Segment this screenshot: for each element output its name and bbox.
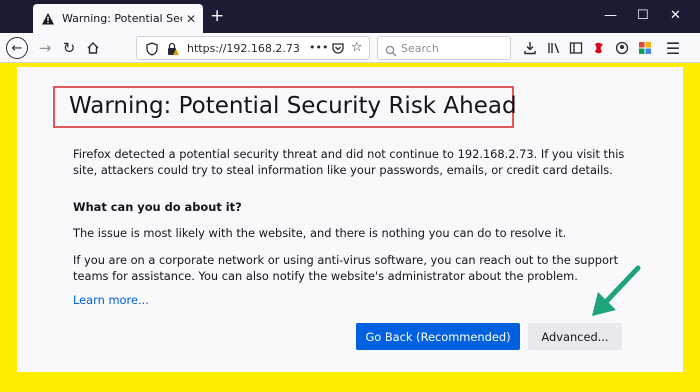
corporate-paragraph: If you are on a corporate network or usi…	[73, 253, 619, 283]
search-box[interactable]: Search	[377, 36, 511, 60]
page-title: Warning: Potential Security Risk Ahead	[69, 93, 517, 119]
pointer-arrow-icon	[592, 265, 641, 316]
back-arrow-icon[interactable]: ←	[6, 37, 28, 59]
go-back-button[interactable]: Go Back (Recommended)	[356, 323, 520, 350]
search-icon	[385, 42, 397, 61]
home-icon[interactable]	[84, 39, 102, 57]
reload-icon[interactable]: ↻	[60, 39, 78, 57]
pocket-icon[interactable]	[331, 41, 345, 60]
maximize-icon[interactable]: ☐	[637, 8, 649, 24]
search-placeholder: Search	[401, 42, 439, 55]
window-close-icon[interactable]: ✕	[670, 8, 681, 24]
url-bar[interactable]: https://192.168.2.73 ••• ☆	[136, 36, 370, 60]
page-actions-menu-icon[interactable]: •••	[309, 41, 328, 54]
bookmark-star-icon[interactable]: ☆	[351, 40, 363, 55]
new-tab-button[interactable]: +	[210, 6, 224, 26]
warning-title-box: Warning: Potential Security Risk Ahead	[53, 86, 517, 128]
issue-paragraph: The issue is most likely with the websit…	[73, 226, 567, 240]
description-paragraph: Firefox detected a potential security th…	[73, 147, 625, 177]
library-icon[interactable]	[545, 39, 563, 57]
minimize-icon[interactable]: —	[604, 8, 617, 24]
extension-color-icon[interactable]	[636, 39, 654, 57]
warning-triangle-icon	[42, 12, 54, 24]
insecure-lock-icon[interactable]	[166, 41, 180, 60]
extension-red-icon[interactable]	[590, 39, 608, 57]
navigation-bar: ← → ↻ https://192.168.2.73 ••• ☆ Search	[0, 33, 700, 63]
browser-tab[interactable]: Warning: Potential Security Ris ✕	[33, 4, 203, 33]
downloads-icon[interactable]	[521, 39, 539, 57]
title-bar: Warning: Potential Security Ris ✕ + — ☐ …	[0, 0, 700, 33]
sidebar-icon[interactable]	[567, 39, 585, 57]
what-can-you-do-heading: What can you do about it?	[73, 200, 242, 214]
advanced-button[interactable]: Advanced...	[528, 323, 622, 350]
shield-icon[interactable]	[146, 41, 158, 60]
learn-more-link[interactable]: Learn more...	[73, 293, 149, 307]
tab-close-icon[interactable]: ✕	[186, 12, 196, 26]
forward-arrow-icon[interactable]: →	[36, 39, 54, 57]
tab-title: Warning: Potential Security Ris	[62, 12, 182, 25]
url-text[interactable]: https://192.168.2.73	[187, 42, 300, 55]
hamburger-menu-icon[interactable]: ☰	[664, 39, 682, 58]
account-icon[interactable]	[613, 39, 631, 57]
